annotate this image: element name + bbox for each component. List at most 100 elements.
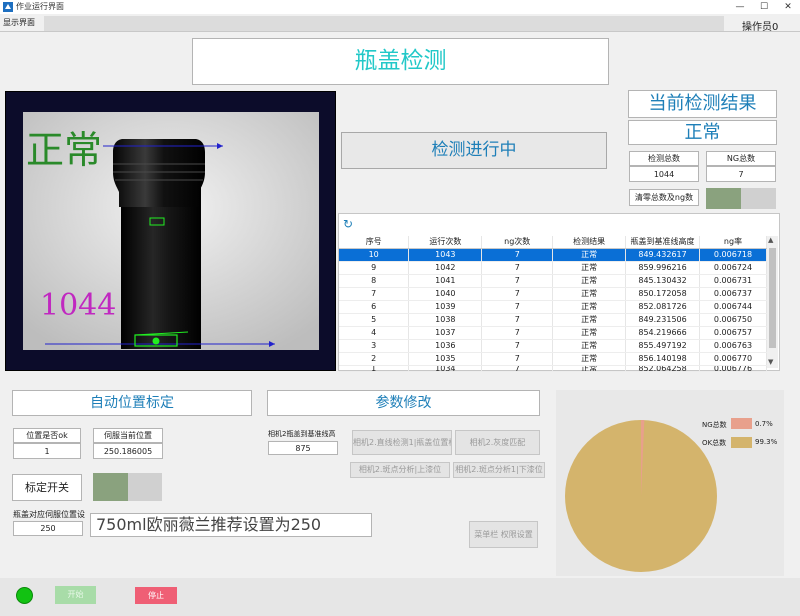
cell-runs: 1039	[408, 300, 483, 314]
run-status-indicator	[16, 587, 33, 604]
stop-button[interactable]: 停止	[135, 587, 177, 604]
cell-height: 849.432617	[625, 248, 701, 262]
cell-ng-rate: 0.006770	[699, 352, 767, 366]
scroll-up-icon[interactable]: ▲	[768, 236, 773, 244]
ng-count-value: 7	[706, 166, 776, 182]
table-row[interactable]: 10 1043 7 正常 849.432617 0.006718	[339, 248, 767, 262]
ok-ng-pie-chart	[565, 420, 717, 572]
cell-index: 4	[339, 326, 410, 340]
cell-height: 849.231506	[625, 313, 701, 327]
cell-height: 845.130432	[625, 274, 701, 288]
table-row[interactable]: 9 1042 7 正常 859.996216 0.006724	[339, 261, 767, 275]
clear-counts-toggle[interactable]	[706, 188, 776, 209]
cell-ng: 7	[481, 248, 554, 262]
ng-count-label: NG总数	[706, 151, 776, 166]
cell-runs: 1038	[408, 313, 483, 327]
results-table: 序号 运行次数 ng次数 检测结果 瓶盖到基准线高度 ng率 10 1043 7 正常…	[339, 236, 767, 372]
legend-ng-value: 0.7%	[755, 420, 773, 428]
table-row[interactable]: 5 1038 7 正常 849.231506 0.006750	[339, 313, 767, 327]
cell-ng: 7	[481, 352, 554, 366]
header-divider	[0, 31, 800, 32]
cell-result: 正常	[552, 274, 627, 288]
window-title: 作业运行界面	[16, 2, 64, 11]
calibration-toggle[interactable]	[93, 473, 162, 501]
cell-height: 850.172058	[625, 287, 701, 301]
cell-height: 855.497192	[625, 339, 701, 353]
cell-ng-rate: 0.006776	[699, 365, 767, 372]
cell-result: 正常	[552, 339, 627, 353]
tab-display[interactable]: 显示界面	[3, 17, 35, 28]
maximize-button[interactable]: ☐	[752, 0, 776, 14]
table-row[interactable]: 1 1034 7 正常 852.064258 0.006776	[339, 365, 767, 372]
cell-runs: 1041	[408, 274, 483, 288]
cell-ng: 7	[481, 274, 554, 288]
table-row[interactable]: 6 1039 7 正常 852.081726 0.006744	[339, 300, 767, 314]
cell-result: 正常	[552, 248, 627, 262]
position-ok-label: 位置是否ok	[13, 428, 81, 443]
cell-ng: 7	[481, 326, 554, 340]
cell-ng-rate: 0.006737	[699, 287, 767, 301]
table-header-row: 序号 运行次数 ng次数 检测结果 瓶盖到基准线高度 ng率	[339, 236, 767, 249]
col-header-index[interactable]: 序号	[339, 236, 410, 249]
toggle-knob	[706, 188, 741, 209]
window-titlebar: 作业运行界面 — ☐ ✕	[0, 0, 800, 14]
scroll-thumb[interactable]	[769, 248, 776, 348]
cell-ng-rate: 0.006744	[699, 300, 767, 314]
cell-ng-rate: 0.006724	[699, 261, 767, 275]
cam2-gray-match-button[interactable]: 相机2.灰度匹配	[455, 430, 540, 455]
table-row[interactable]: 3 1036 7 正常 855.497192 0.006763	[339, 339, 767, 353]
cell-ng: 7	[481, 287, 554, 301]
recommendation-text: 750ml欧丽薇兰推荐设置为250	[90, 513, 372, 537]
cell-result: 正常	[552, 352, 627, 366]
cell-runs: 1036	[408, 339, 483, 353]
detection-status: 检测进行中	[341, 132, 607, 169]
camera-overlay-count: 1044	[40, 288, 117, 323]
servo-position-value: 250.186005	[93, 443, 163, 459]
cell-ng: 7	[481, 339, 554, 353]
cell-ng-rate: 0.006750	[699, 313, 767, 327]
col-header-ng-rate[interactable]: ng率	[699, 236, 767, 249]
cam2-line-detect-button[interactable]: 相机2.直线检测1|瓶盖位置检	[352, 430, 452, 455]
cell-result: 正常	[552, 287, 627, 301]
table-row[interactable]: 7 1040 7 正常 850.172058 0.006737	[339, 287, 767, 301]
table-row[interactable]: 8 1041 7 正常 845.130432 0.006731	[339, 274, 767, 288]
servo-setpoint-label: 瓶盖对应伺服位置设	[13, 510, 85, 519]
close-button[interactable]: ✕	[776, 0, 800, 14]
page-title: 瓶盖检测	[192, 38, 609, 85]
cell-ng-rate: 0.006763	[699, 339, 767, 353]
cell-ng: 7	[481, 365, 554, 372]
cell-result: 正常	[552, 313, 627, 327]
cell-height: 852.081726	[625, 300, 701, 314]
minimize-button[interactable]: —	[728, 0, 752, 14]
scroll-down-icon[interactable]: ▼	[768, 358, 773, 366]
col-header-height[interactable]: 瓶盖到基准线高度	[625, 236, 701, 249]
cell-ng-rate: 0.006731	[699, 274, 767, 288]
calibration-switch-label: 标定开关	[12, 474, 82, 501]
cell-result: 正常	[552, 300, 627, 314]
table-scrollbar[interactable]: ▲ ▼	[767, 236, 778, 368]
clear-counts-label: 清零总数及ng数	[629, 189, 699, 206]
start-button[interactable]: 开始	[55, 586, 96, 604]
servo-position-label: 伺服当前位置	[93, 428, 163, 443]
cell-ng-rate: 0.006757	[699, 326, 767, 340]
cam2-blob-upper-button[interactable]: 相机2.斑点分析|上漆位	[350, 462, 450, 478]
cell-index: 1	[339, 365, 410, 372]
cam2-blob-lower-button[interactable]: 相机2.斑点分析1|下漆位	[453, 462, 545, 478]
cam2-height-input[interactable]: 875	[268, 441, 338, 455]
table-row[interactable]: 4 1037 7 正常 854.219666 0.006757	[339, 326, 767, 340]
cell-index: 6	[339, 300, 410, 314]
legend-ng-label: NG总数	[702, 421, 727, 429]
servo-setpoint-input[interactable]: 250	[13, 521, 83, 536]
cell-index: 5	[339, 313, 410, 327]
cell-height: 852.064258	[625, 365, 701, 372]
cell-runs: 1037	[408, 326, 483, 340]
col-header-ng[interactable]: ng次数	[481, 236, 554, 249]
cell-result: 正常	[552, 261, 627, 275]
refresh-icon[interactable]: ↻	[343, 217, 353, 231]
col-header-runs[interactable]: 运行次数	[408, 236, 483, 249]
cell-index: 2	[339, 352, 410, 366]
col-header-result[interactable]: 检测结果	[552, 236, 627, 249]
menu-permission-button[interactable]: 菜单栏 权限设置	[469, 521, 538, 548]
table-row[interactable]: 2 1035 7 正常 856.140198 0.006770	[339, 352, 767, 366]
cell-ng-rate: 0.006718	[699, 248, 767, 262]
